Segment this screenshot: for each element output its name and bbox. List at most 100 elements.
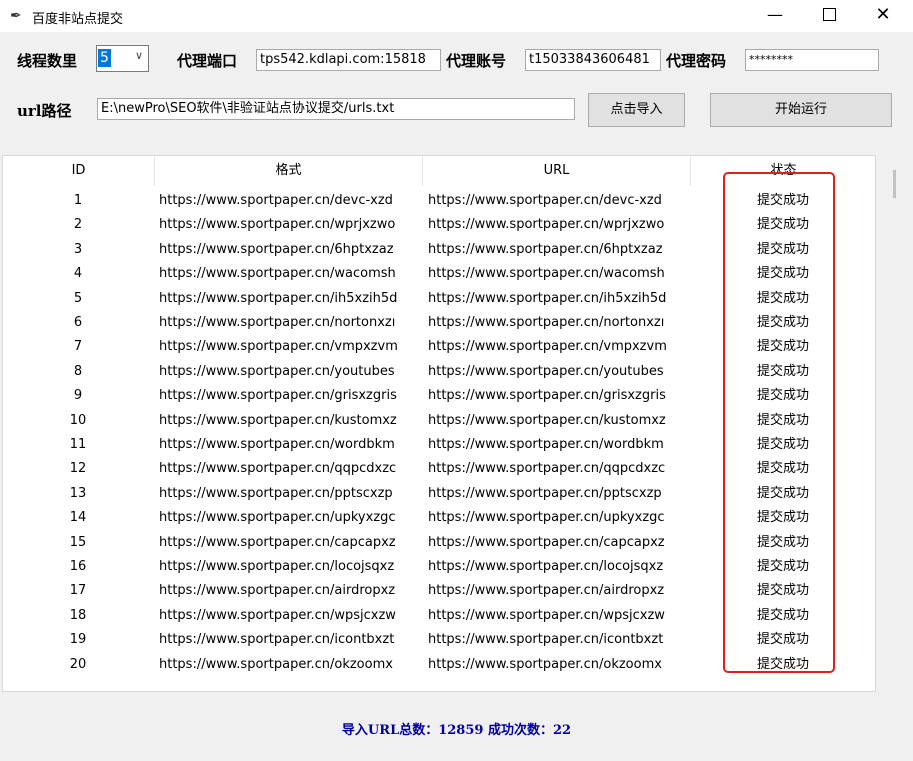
table-row[interactable]: 7 https://www.sportpaper.cn/vmpxzvm https:… xyxy=(3,335,875,360)
table-row[interactable]: 11 https://www.sportpaper.cn/wordbkm https… xyxy=(3,433,875,458)
cell-status: 提交成功 xyxy=(756,241,809,257)
cell-url: https://www.sportpaper.cn/nortonxzı xyxy=(428,315,665,330)
cell-format: https://www.sportpaper.cn/6hptxzaz xyxy=(159,241,394,257)
header-id[interactable]: ID xyxy=(3,156,155,186)
table-row[interactable]: 8 https://www.sportpaper.cn/youtubes https… xyxy=(3,360,875,385)
cell-id: 2 xyxy=(73,217,83,233)
table-row[interactable]: 15 https://www.sportpaper.cn/capcapxz http… xyxy=(3,531,875,556)
cell-url: https://www.sportpaper.cn/wacomsh xyxy=(428,266,665,282)
table-row[interactable]: 10 https://www.sportpaper.cn/kustomxz http… xyxy=(3,409,875,434)
cell-status: 提交成功 xyxy=(756,290,809,306)
import-button[interactable]: 点击导入 xyxy=(588,93,685,127)
cell-status: 提交成功 xyxy=(756,656,809,672)
cell-id: 1 xyxy=(73,193,83,208)
table-row[interactable]: 18 https://www.sportpaper.cn/wpsjcxzw http… xyxy=(3,604,875,629)
threads-combobox[interactable]: 5 ∨ xyxy=(96,45,149,72)
header-status[interactable]: 状态 xyxy=(691,156,875,186)
table-row[interactable]: 3 https://www.sportpaper.cn/6hptxzaz https… xyxy=(3,238,875,263)
url-path-input[interactable]: E:\newPro\SEO软件\非验证站点协议提交/urls.txt xyxy=(97,98,575,120)
table-row[interactable]: 1 https://www.sportpaper.cn/devc-xzd https… xyxy=(3,189,875,214)
cell-id: 16 xyxy=(69,559,87,574)
cell-format: https://www.sportpaper.cn/pptscxzp xyxy=(159,485,393,501)
proxy-port-input[interactable]: tps542.kdlapi.com:15818 xyxy=(256,49,441,71)
table-row[interactable]: 2 https://www.sportpaper.cn/wprjxzwo https… xyxy=(3,213,875,238)
cell-status: 提交成功 xyxy=(756,583,809,599)
cell-status: 提交成功 xyxy=(756,339,809,355)
table-row[interactable]: 13 https://www.sportpaper.cn/pptscxzp http… xyxy=(3,482,875,507)
cell-format: https://www.sportpaper.cn/wprjxzwo xyxy=(159,217,396,233)
header-url[interactable]: URL xyxy=(423,156,691,186)
chevron-down-icon[interactable]: ∨ xyxy=(135,49,143,62)
cell-status: 提交成功 xyxy=(756,388,809,404)
cell-url: https://www.sportpaper.cn/okzoomx xyxy=(428,656,662,672)
cell-id: 20 xyxy=(69,656,87,672)
cell-url: https://www.sportpaper.cn/upkyxzgc xyxy=(428,510,665,526)
cell-id: 8 xyxy=(73,363,83,379)
cell-status: 提交成功 xyxy=(756,485,809,501)
table-row[interactable]: 9 https://www.sportpaper.cn/grisxzgris htt… xyxy=(3,384,875,409)
url-path-label: url路径 xyxy=(17,102,72,120)
proxy-account-input[interactable]: t15033843606481 xyxy=(525,49,661,71)
cell-status: 提交成功 xyxy=(756,217,809,233)
proxy-password-label: 代理密码 xyxy=(666,52,727,70)
minimize-button[interactable]: — xyxy=(752,0,798,32)
cell-url: https://www.sportpaper.cn/qqpcdxzc xyxy=(428,461,666,477)
proxy-password-input[interactable]: ******** xyxy=(745,49,879,71)
cell-format: https://www.sportpaper.cn/upkyxzgc xyxy=(159,510,396,526)
maximize-button[interactable] xyxy=(806,0,852,32)
cell-id: 3 xyxy=(73,241,83,257)
cell-id: 6 xyxy=(73,315,83,330)
cell-status: 提交成功 xyxy=(756,193,809,208)
cell-format: https://www.sportpaper.cn/capcapxz xyxy=(159,534,396,550)
cell-id: 9 xyxy=(73,388,83,404)
results-table[interactable]: ID 格式 URL 状态 1 https://www.sportpaper.cn/… xyxy=(2,155,876,692)
start-button[interactable]: 开始运行 xyxy=(710,93,892,127)
cell-id: 15 xyxy=(69,534,87,550)
cell-id: 7 xyxy=(73,339,83,355)
cell-status: 提交成功 xyxy=(756,412,809,428)
cell-id: 11 xyxy=(69,437,87,452)
table-row[interactable]: 19 https://www.sportpaper.cn/icontbxzt htt… xyxy=(3,628,875,653)
cell-url: https://www.sportpaper.cn/wordbkm xyxy=(428,437,664,452)
table-row[interactable]: 16 https://www.sportpaper.cn/locojsqxz htt… xyxy=(3,555,875,580)
scrollbar-thumb[interactable] xyxy=(893,170,896,198)
cell-format: https://www.sportpaper.cn/devc-xzd xyxy=(159,193,393,208)
cell-url: https://www.sportpaper.cn/grisxzgris xyxy=(428,388,666,404)
proxy-account-label: 代理账号 xyxy=(446,52,507,70)
maximize-icon xyxy=(822,7,836,21)
cell-status: 提交成功 xyxy=(756,363,809,379)
cell-url: https://www.sportpaper.cn/locojsqxz xyxy=(428,559,664,574)
cell-url: https://www.sportpaper.cn/6hptxzaz xyxy=(428,241,663,257)
cell-status: 提交成功 xyxy=(756,461,809,477)
table-row[interactable]: 6 https://www.sportpaper.cn/nortonxzı http… xyxy=(3,311,875,336)
cell-url: https://www.sportpaper.cn/airdropxz xyxy=(428,583,665,599)
table-row[interactable]: 20 https://www.sportpaper.cn/okzoomx https… xyxy=(3,653,875,678)
cell-format: https://www.sportpaper.cn/youtubes xyxy=(159,363,395,379)
cell-url: https://www.sportpaper.cn/wpsjcxzw xyxy=(428,607,665,623)
vertical-scrollbar[interactable] xyxy=(876,155,913,692)
table-row[interactable]: 14 https://www.sportpaper.cn/upkyxzgc http… xyxy=(3,506,875,531)
cell-format: https://www.sportpaper.cn/wacomsh xyxy=(159,266,396,282)
cell-url: https://www.sportpaper.cn/wprjxzwo xyxy=(428,217,665,233)
table-row[interactable]: 17 https://www.sportpaper.cn/airdropxz htt… xyxy=(3,579,875,604)
cell-url: https://www.sportpaper.cn/kustomxz xyxy=(428,412,666,428)
cell-id: 14 xyxy=(69,510,87,526)
cell-id: 18 xyxy=(69,607,87,623)
threads-value: 5 xyxy=(98,49,111,67)
cell-url: https://www.sportpaper.cn/ih5xzih5d xyxy=(428,290,667,306)
cell-id: 13 xyxy=(69,485,87,501)
table-row[interactable]: 12 https://www.sportpaper.cn/qqpcdxzc http… xyxy=(3,457,875,482)
close-button[interactable]: ✕ xyxy=(860,0,906,32)
cell-format: https://www.sportpaper.cn/wpsjcxzw xyxy=(159,607,396,623)
table-row[interactable]: 4 https://www.sportpaper.cn/wacomsh https:… xyxy=(3,262,875,287)
cell-url: https://www.sportpaper.cn/devc-xzd xyxy=(428,193,662,208)
table-header: ID 格式 URL 状态 xyxy=(3,156,875,186)
header-format[interactable]: 格式 xyxy=(155,156,423,186)
cell-id: 4 xyxy=(73,266,83,282)
title-bar: ✒ 百度非站点提交 — ✕ xyxy=(0,0,913,32)
cell-format: https://www.sportpaper.cn/icontbxzt xyxy=(159,632,395,648)
cell-status: 提交成功 xyxy=(756,607,809,623)
cell-id: 12 xyxy=(69,461,87,477)
table-row[interactable]: 5 https://www.sportpaper.cn/ih5xzih5d http… xyxy=(3,287,875,312)
cell-format: https://www.sportpaper.cn/qqpcdxzc xyxy=(159,461,397,477)
